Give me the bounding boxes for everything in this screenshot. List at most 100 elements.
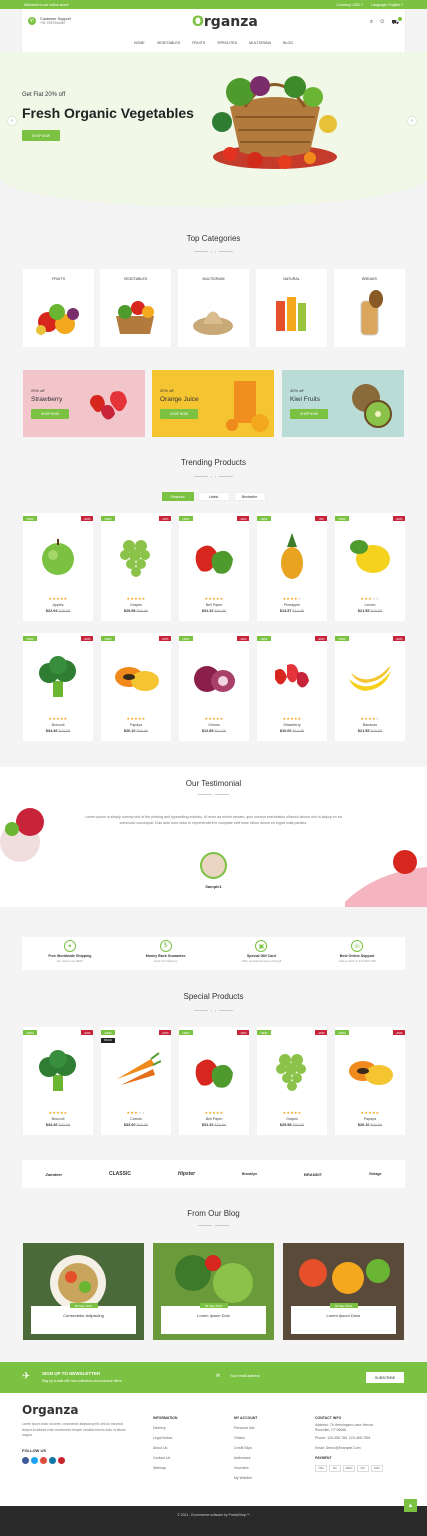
prev-icon[interactable]: ‹ <box>211 249 212 254</box>
language-select[interactable]: Language: English ˅ <box>371 3 403 7</box>
product-image[interactable] <box>189 651 239 701</box>
product-image[interactable] <box>345 1045 395 1095</box>
cart-icon[interactable]: ⛟ <box>391 17 402 27</box>
product-name[interactable]: Apples <box>23 603 93 607</box>
product-image[interactable] <box>33 531 83 581</box>
product-card[interactable]: NEW -5% ★★★★★ Pineapple $13.57 $14.28 <box>257 513 327 621</box>
product-name[interactable]: Grapes <box>257 1117 327 1121</box>
product-image[interactable] <box>345 651 395 701</box>
product-card[interactable]: NEW -15% ★★★★★ Grapes $29.58 $34.80 <box>257 1027 327 1135</box>
product-name[interactable]: Bell Paper <box>179 1117 249 1121</box>
product-image[interactable] <box>267 1045 317 1095</box>
nav-vegetables[interactable]: VEGETABLES <box>157 41 181 45</box>
next-icon[interactable]: › <box>215 1008 216 1013</box>
product-name[interactable]: Carrots <box>101 1117 171 1121</box>
next-slide-icon[interactable]: › <box>408 117 416 125</box>
product-card[interactable]: NEW -10% ★★★★★ Bell Paper $31.32 $34.80 <box>179 513 249 621</box>
product-name[interactable]: Lemon <box>335 603 405 607</box>
tab-latest[interactable]: Latest <box>197 492 230 501</box>
hero-shop-button[interactable]: SHOP NOW <box>22 130 60 141</box>
product-image[interactable] <box>33 651 83 701</box>
search-icon[interactable]: ⌕ <box>370 19 373 27</box>
product-name[interactable]: Papaya <box>335 1117 405 1121</box>
prev-icon[interactable]: ‹ <box>211 1008 212 1013</box>
footer-logo[interactable]: Organza <box>22 1403 78 1417</box>
nav-sprouted[interactable]: SPROUTED <box>217 41 237 45</box>
user-icon[interactable]: ☺ <box>379 19 385 27</box>
product-card[interactable]: NEW -20% ★★★★★ Apples $22.94 $28.68 <box>23 513 93 621</box>
product-name[interactable]: Pineapple <box>257 603 327 607</box>
tab-bestseller[interactable]: Bestseller <box>233 492 266 501</box>
blog-post[interactable]: 06 May 2021 Lorem Ipsum Dolor <box>283 1243 404 1340</box>
product-image[interactable] <box>111 651 161 701</box>
category-multigrain[interactable]: MULTIGRAIN <box>178 269 249 347</box>
blog-post-title[interactable]: Lorem Ipsum Dolor <box>291 1313 396 1318</box>
twitter-icon[interactable] <box>31 1457 38 1464</box>
product-card[interactable]: NEW -20% PACK ★★★★★ Carrots $33.60 $42.00 <box>101 1027 171 1135</box>
brand-logo[interactable]: Hipster <box>178 1171 195 1177</box>
nav-blog[interactable]: BLOG <box>283 41 293 45</box>
product-image[interactable] <box>267 651 317 701</box>
tab-featured[interactable]: Featured <box>161 492 194 501</box>
blog-post-title[interactable]: Lorem Ipsum Dolo <box>161 1313 266 1318</box>
nav-home[interactable]: HOME <box>134 41 145 45</box>
next-icon[interactable]: › <box>215 474 216 479</box>
product-card[interactable]: NEW -30% ★★★★★ Strawberry $10.00 $14.28 <box>257 633 327 741</box>
scroll-top-icon[interactable]: ▲ <box>404 1499 417 1512</box>
product-image[interactable] <box>267 531 317 581</box>
banner-shop-button[interactable]: SHOP NOW <box>160 409 198 419</box>
category-fruits[interactable]: FRUITS <box>23 269 94 347</box>
product-name[interactable]: Papaya <box>101 723 171 727</box>
prev-slide-icon[interactable]: ‹ <box>8 117 16 125</box>
blog-post-title[interactable]: Consectetur Adipiscing <box>31 1313 136 1318</box>
brand-logo[interactable]: Vintage <box>369 1172 382 1176</box>
product-card[interactable]: NEW -25% ★★★★★ Papaya $26.10 $34.80 <box>101 633 171 741</box>
product-card[interactable]: NEW -25% ★★★★★ Papaya $26.10 $34.80 <box>335 1027 405 1135</box>
product-image[interactable] <box>345 531 395 581</box>
product-name[interactable]: Grapes <box>101 603 171 607</box>
nav-multigrain[interactable]: MULTIGRAIN <box>249 41 271 45</box>
currency-select[interactable]: Currency: USD ˅ <box>336 3 363 7</box>
product-card[interactable]: NEW -15% ★★★★★ Grapes $29.58 $34.80 <box>101 513 171 621</box>
brand-logo[interactable]: BRANDIT <box>304 1172 322 1177</box>
product-name[interactable]: Bananas <box>335 723 405 727</box>
google-plus-icon[interactable] <box>40 1457 47 1464</box>
logo[interactable]: Organza <box>192 14 258 30</box>
nav-fruits[interactable]: FRUITS <box>192 41 205 45</box>
next-icon[interactable]: › <box>215 249 216 254</box>
product-card[interactable]: NEW -30% ★★★★★ Lemon $21.55 $30.80 <box>335 513 405 621</box>
banner-kiwi[interactable]: 40% off Kiwi Fruits SHOP NOW <box>282 370 404 437</box>
brand-logo[interactable]: Brooklyn <box>242 1172 257 1176</box>
product-name[interactable]: Strawberry <box>257 723 327 727</box>
subscribe-button[interactable]: SUBSCRIBE <box>366 1372 404 1383</box>
brand-logo[interactable]: Zaindeer <box>45 1172 62 1177</box>
product-card[interactable]: NEW -10% ★★★★★ Onions $12.85 $14.28 <box>179 633 249 741</box>
product-image[interactable] <box>189 531 239 581</box>
linkedin-icon[interactable] <box>49 1457 56 1464</box>
category-vegetables[interactable]: VEGETABLES <box>100 269 171 347</box>
banner-shop-button[interactable]: SHOP NOW <box>31 409 69 419</box>
product-image[interactable] <box>33 1045 83 1095</box>
blog-post[interactable]: 06 May 2021 Consectetur Adipiscing <box>23 1243 144 1340</box>
product-card[interactable]: NEW -20% ★★★★★ Broccoli $34.46 $43.08 <box>23 1027 93 1135</box>
product-name[interactable]: Onions <box>179 723 249 727</box>
category-natural[interactable]: NATURAL <box>256 269 327 347</box>
banner-strawberry[interactable]: 20% off Strawberry SHOP NOW <box>23 370 145 437</box>
brand-logo[interactable]: CLASSIC <box>109 1171 131 1177</box>
blog-post[interactable]: 06 May 2021 Lorem Ipsum Dolo <box>153 1243 274 1340</box>
newsletter-email-input[interactable]: Your email address <box>230 1374 260 1378</box>
banner-shop-button[interactable]: SHOP NOW <box>290 409 328 419</box>
pinterest-icon[interactable] <box>58 1457 65 1464</box>
product-name[interactable]: Bell Paper <box>179 603 249 607</box>
prev-icon[interactable]: ‹ <box>211 474 212 479</box>
category-breads[interactable]: BREADS <box>334 269 405 347</box>
product-name[interactable]: Broccoli <box>23 1117 93 1121</box>
banner-orange-juice[interactable]: 30% off Orange Juice SHOP NOW <box>152 370 274 437</box>
product-image[interactable] <box>111 1045 161 1095</box>
facebook-icon[interactable] <box>22 1457 29 1464</box>
product-card[interactable]: NEW -20% ★★★★★ Broccoli $34.46 $43.08 <box>23 633 93 741</box>
product-card[interactable]: NEW -30% ★★★★★ Bananas $21.55 $30.80 <box>335 633 405 741</box>
product-image[interactable] <box>189 1045 239 1095</box>
product-image[interactable] <box>111 531 161 581</box>
product-card[interactable]: NEW -10% ★★★★★ Bell Paper $31.32 $34.80 <box>179 1027 249 1135</box>
